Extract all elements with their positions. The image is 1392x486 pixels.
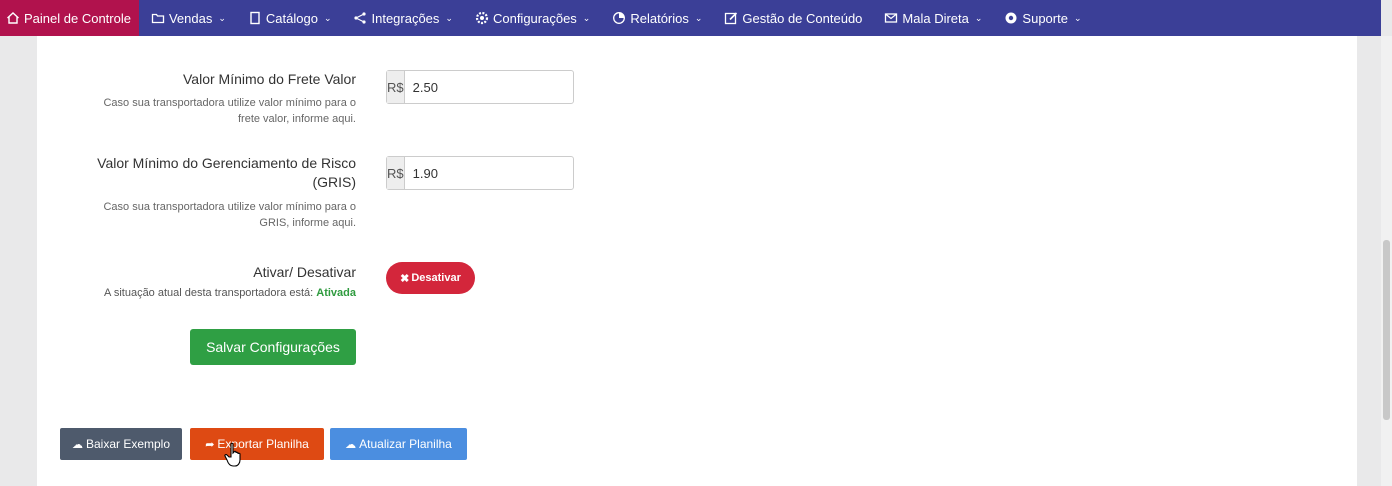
gris-label-group: Valor Mínimo do Gerenciamento de Risco (…: [60, 154, 356, 234]
save-settings-label: Salvar Configurações: [206, 339, 340, 355]
nav-item-label: Integrações: [371, 10, 440, 26]
nav-item-integracoes[interactable]: Integrações ⌄: [341, 0, 462, 36]
status-value: Ativada: [316, 287, 356, 299]
scrollbar-thumb[interactable]: [1383, 240, 1390, 420]
nav-item-catalogo[interactable]: Catálogo ⌄: [236, 0, 342, 36]
chevron-down-icon: ⌄: [582, 12, 591, 23]
nav-item-label: Vendas: [168, 10, 213, 26]
chevron-down-icon: ⌄: [323, 12, 332, 23]
page-scrollbar[interactable]: [1381, 36, 1392, 486]
hand-cursor-icon: [224, 442, 246, 468]
nav-item-label: Painel de Controle: [24, 10, 131, 26]
nav-item-relatorios[interactable]: Relatórios ⌄: [600, 0, 712, 36]
save-settings-button[interactable]: Salvar Configurações: [190, 329, 356, 365]
help-line: GRIS, informe aqui.: [259, 217, 356, 229]
nav-item-vendas[interactable]: Vendas ⌄: [139, 0, 236, 36]
help-line: Caso sua transportadora utilize valor mí…: [103, 97, 356, 109]
chevron-down-icon: ⌄: [1073, 12, 1082, 23]
nav-item-label: Configurações: [492, 10, 577, 26]
nav-item-painel[interactable]: Painel de Controle: [0, 0, 139, 36]
nav-item-label: Relatórios: [630, 10, 689, 26]
nav-item-label: Mala Direta: [902, 10, 969, 26]
chevron-down-icon: ⌄: [694, 12, 703, 23]
gris-label: Valor Mínimo do Gerenciamento de Risco (…: [97, 154, 356, 192]
update-spreadsheet-button[interactable]: ☁ Atualizar Planilha: [330, 428, 467, 460]
nav-item-label: Catálogo: [265, 10, 318, 26]
nav-item-suporte[interactable]: Suporte ⌄: [992, 0, 1091, 36]
help-line: Caso sua transportadora utilize valor mí…: [103, 201, 356, 213]
chart-icon: [612, 11, 626, 25]
home-icon: [6, 11, 20, 25]
gris-label-line: (GRIS): [312, 174, 356, 190]
close-icon: ✖: [400, 272, 410, 285]
download-example-button[interactable]: ☁ Baixar Exemplo: [60, 428, 182, 460]
book-icon: [248, 11, 262, 25]
envelope-icon: [884, 11, 898, 25]
nav-item-label: Gestão de Conteúdo: [742, 10, 863, 26]
status-label-group: Ativar/ Desativar: [60, 263, 356, 283]
cloud-download-icon: ☁: [71, 438, 83, 451]
nav-item-mala-direta[interactable]: Mala Direta ⌄: [872, 0, 992, 36]
chevron-down-icon: ⌄: [974, 12, 983, 23]
frete-valor-input[interactable]: [404, 71, 589, 103]
gris-input[interactable]: [404, 157, 589, 189]
edit-icon: [724, 11, 738, 25]
export-spreadsheet-button[interactable]: ➦ Exportar Planilha: [190, 428, 324, 460]
status-label: Ativar/ Desativar: [253, 264, 356, 280]
currency-addon: R$: [387, 157, 405, 189]
lifebuoy-icon: [1004, 11, 1018, 25]
deactivate-button-label: Desativar: [411, 272, 461, 284]
frete-valor-input-group: R$: [386, 70, 589, 104]
frete-valor-help: Caso sua transportadora utilize valor mí…: [103, 95, 356, 127]
share-icon: [353, 11, 367, 25]
gris-input-group: R$: [386, 156, 589, 190]
nav-item-label: Suporte: [1022, 10, 1068, 26]
download-example-label: Baixar Exemplo: [85, 437, 171, 451]
nav-item-configuracoes[interactable]: Configurações ⌄: [463, 0, 600, 36]
gris-label-line: Valor Mínimo do Gerenciamento de Risco: [97, 155, 356, 171]
frete-valor-label-group: Valor Mínimo do Frete Valor Caso sua tra…: [60, 70, 356, 130]
chevron-down-icon: ⌄: [218, 12, 226, 23]
currency-addon: R$: [387, 71, 405, 103]
gris-help: Caso sua transportadora utilize valor mí…: [103, 199, 356, 231]
cloud-upload-icon: ☁: [345, 438, 357, 451]
update-spreadsheet-label: Atualizar Planilha: [359, 437, 452, 451]
frete-valor-label: Valor Mínimo do Frete Valor: [183, 71, 356, 87]
nav-item-gestao-conteudo[interactable]: Gestão de Conteúdo: [712, 0, 872, 36]
chevron-down-icon: ⌄: [445, 12, 453, 23]
top-navbar: Painel de Controle Vendas ⌄ Catálogo ⌄ I…: [0, 0, 1381, 36]
status-text: A situação atual desta transportadora es…: [104, 287, 314, 299]
help-line: frete valor, informe aqui.: [237, 113, 356, 125]
gear-icon: [475, 11, 489, 25]
folder-icon: [151, 11, 165, 25]
status-description: A situação atual desta transportadora es…: [60, 287, 356, 299]
deactivate-button[interactable]: ✖ Desativar: [386, 262, 475, 294]
share-arrow-icon: ➦: [205, 438, 215, 451]
